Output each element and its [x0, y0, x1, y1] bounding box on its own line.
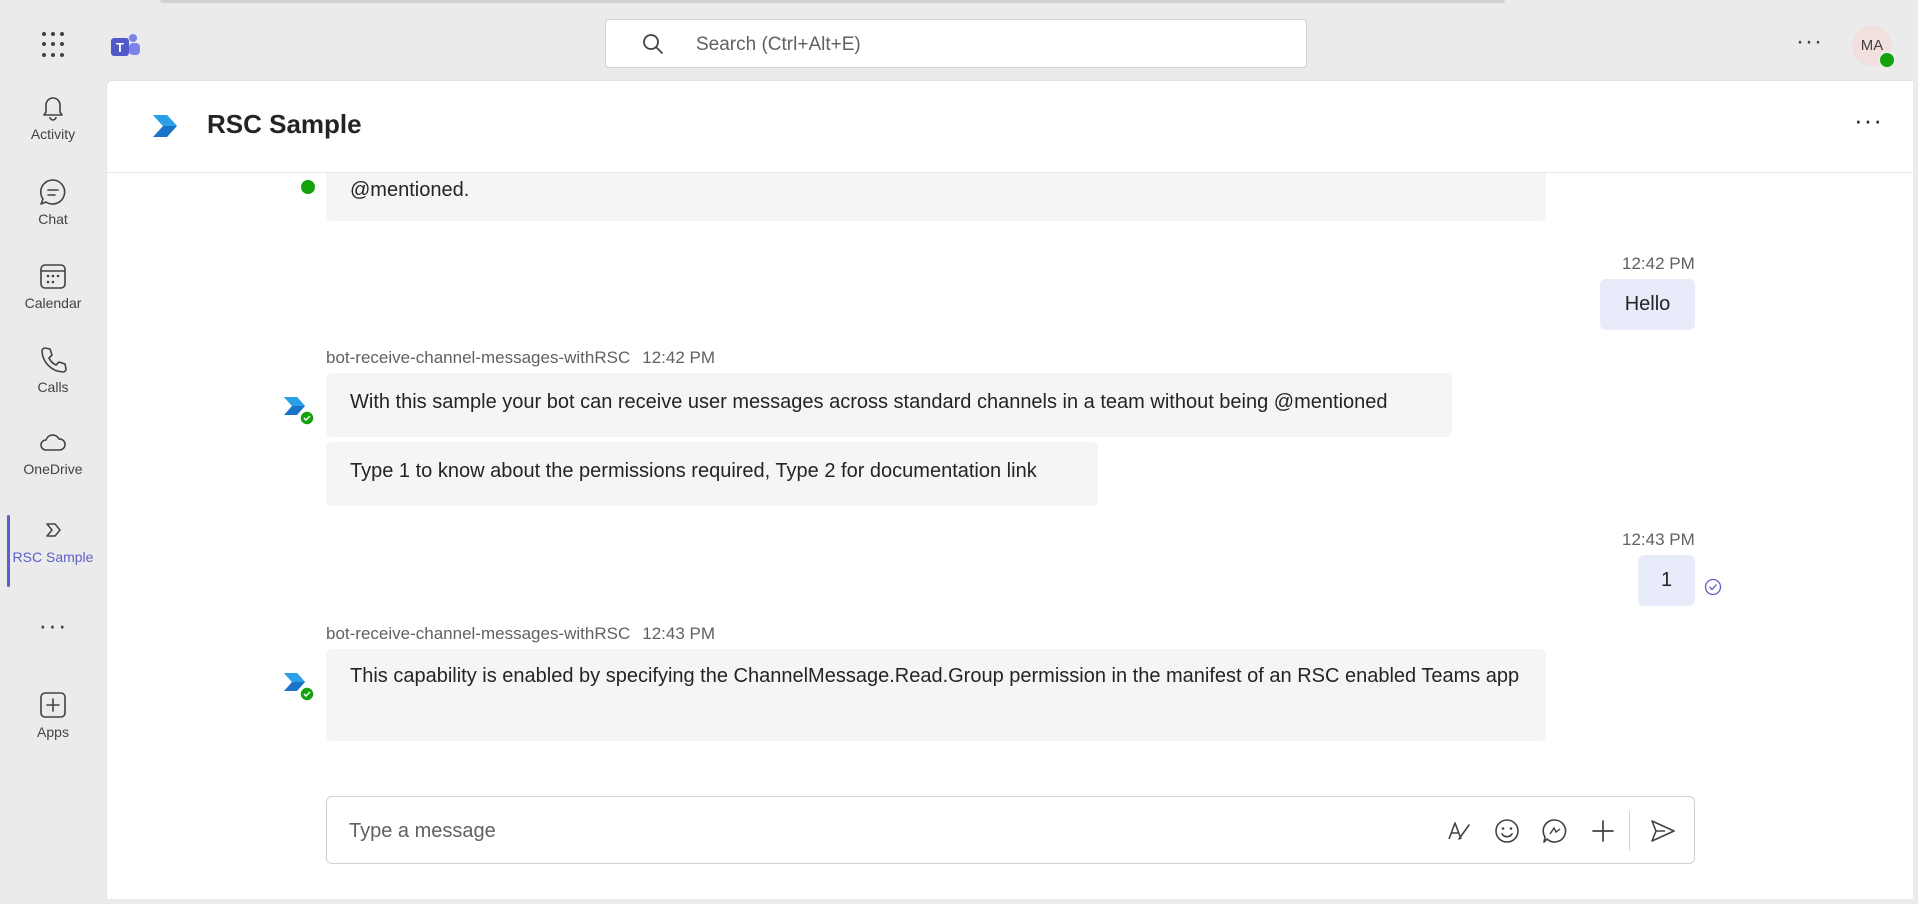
rail-item-chat[interactable]: Chat [0, 177, 106, 255]
calendar-icon [40, 264, 66, 289]
message-text: This capability is enabled by specifying… [350, 665, 1520, 687]
bot-message[interactable]: Type 1 to know about the permissions req… [326, 442, 1098, 506]
compose-box[interactable] [326, 796, 1695, 864]
rsc-sample-logo-icon [153, 115, 177, 137]
presence-available-icon [1878, 51, 1896, 69]
svg-text:T: T [116, 40, 124, 55]
compose-divider [1629, 811, 1630, 851]
rail-item-apps[interactable]: Apps [0, 690, 106, 768]
rail-item-activity[interactable]: Activity [0, 92, 106, 170]
cloud-icon [40, 434, 66, 451]
active-indicator [7, 515, 10, 587]
rail-label: OneDrive [23, 461, 83, 477]
message-time: 12:42 PM [642, 348, 715, 367]
app-launcher-icon[interactable] [42, 32, 68, 58]
read-receipt-icon [1704, 578, 1722, 596]
more-apps-icon[interactable]: ··· [0, 610, 106, 640]
message-text: 1 [1660, 569, 1673, 591]
message-time: 12:42 PM [1622, 254, 1695, 273]
main-panel: RSC Sample ··· @mentioned. 12:42 PM Hell… [106, 80, 1913, 899]
rail-item-calendar[interactable]: Calendar [0, 261, 106, 339]
teams-logo-icon: T [111, 34, 140, 56]
bot-avatar-icon [284, 397, 315, 426]
message-meta: bot-receive-channel-messages-withRSC 12:4… [326, 624, 715, 644]
rail-label: Calendar [24, 295, 82, 311]
loop-icon[interactable] [1541, 817, 1569, 845]
my-message[interactable]: 1 [1638, 555, 1695, 606]
bell-icon [43, 97, 63, 121]
rsc-app-icon [46, 523, 61, 537]
rail-item-onedrive[interactable]: OneDrive [0, 427, 106, 505]
title-bar: T ··· MA [0, 6, 1918, 80]
rail-item-rsc-sample[interactable]: RSC Sample [0, 515, 106, 593]
browser-strip [160, 0, 1505, 3]
message-meta: bot-receive-channel-messages-withRSC 12:4… [326, 348, 715, 368]
rail-label: Apps [37, 724, 69, 740]
message-list: @mentioned. 12:42 PM Hello bot-receive-c… [107, 153, 1913, 793]
search-box[interactable] [605, 19, 1307, 68]
app-rail: Activity Chat Calendar Calls OneDrive RS… [0, 80, 106, 904]
sender-name: bot-receive-channel-messages-withRSC [326, 348, 631, 367]
phone-icon [41, 347, 67, 373]
message-time: 12:43 PM [642, 624, 715, 643]
rail-label: Chat [38, 211, 68, 227]
message-text: @mentioned. [350, 179, 470, 201]
bot-message[interactable]: This capability is enabled by specifying… [326, 649, 1546, 741]
search-input[interactable] [694, 30, 1258, 60]
avatar[interactable]: MA [1852, 26, 1896, 69]
rail-label: Activity [30, 126, 76, 142]
presence-available-icon [300, 179, 316, 195]
message-time: 12:43 PM [1622, 530, 1695, 549]
sender-name: bot-receive-channel-messages-withRSC [326, 624, 631, 643]
rail-item-calls[interactable]: Calls [0, 345, 106, 423]
rail-label: RSC Sample [12, 549, 94, 565]
bot-message[interactable]: With this sample your bot can receive us… [326, 373, 1452, 437]
more-options-icon[interactable]: ··· [1796, 28, 1823, 56]
my-message[interactable]: Hello [1600, 279, 1695, 330]
avatar-initials: MA [1860, 37, 1884, 54]
header-more-icon[interactable]: ··· [1854, 105, 1883, 136]
search-icon [643, 34, 663, 54]
add-icon[interactable] [1589, 817, 1617, 845]
page-title: RSC Sample [207, 109, 362, 139]
bot-avatar-icon [284, 673, 315, 702]
chat-header: RSC Sample ··· [107, 81, 1913, 173]
rail-label: Calls [37, 379, 69, 395]
send-icon[interactable] [1649, 817, 1677, 845]
message-text: With this sample your bot can receive us… [350, 391, 1388, 413]
emoji-icon[interactable] [1493, 817, 1521, 845]
add-apps-icon [40, 692, 66, 718]
message-text: Type 1 to know about the permissions req… [350, 460, 1037, 482]
chat-icon [39, 179, 66, 205]
teams-window: T ··· MA Activity [0, 0, 1918, 904]
message-input[interactable] [347, 815, 1351, 847]
format-icon[interactable] [1445, 817, 1473, 845]
message-text: Hello [1624, 293, 1671, 315]
